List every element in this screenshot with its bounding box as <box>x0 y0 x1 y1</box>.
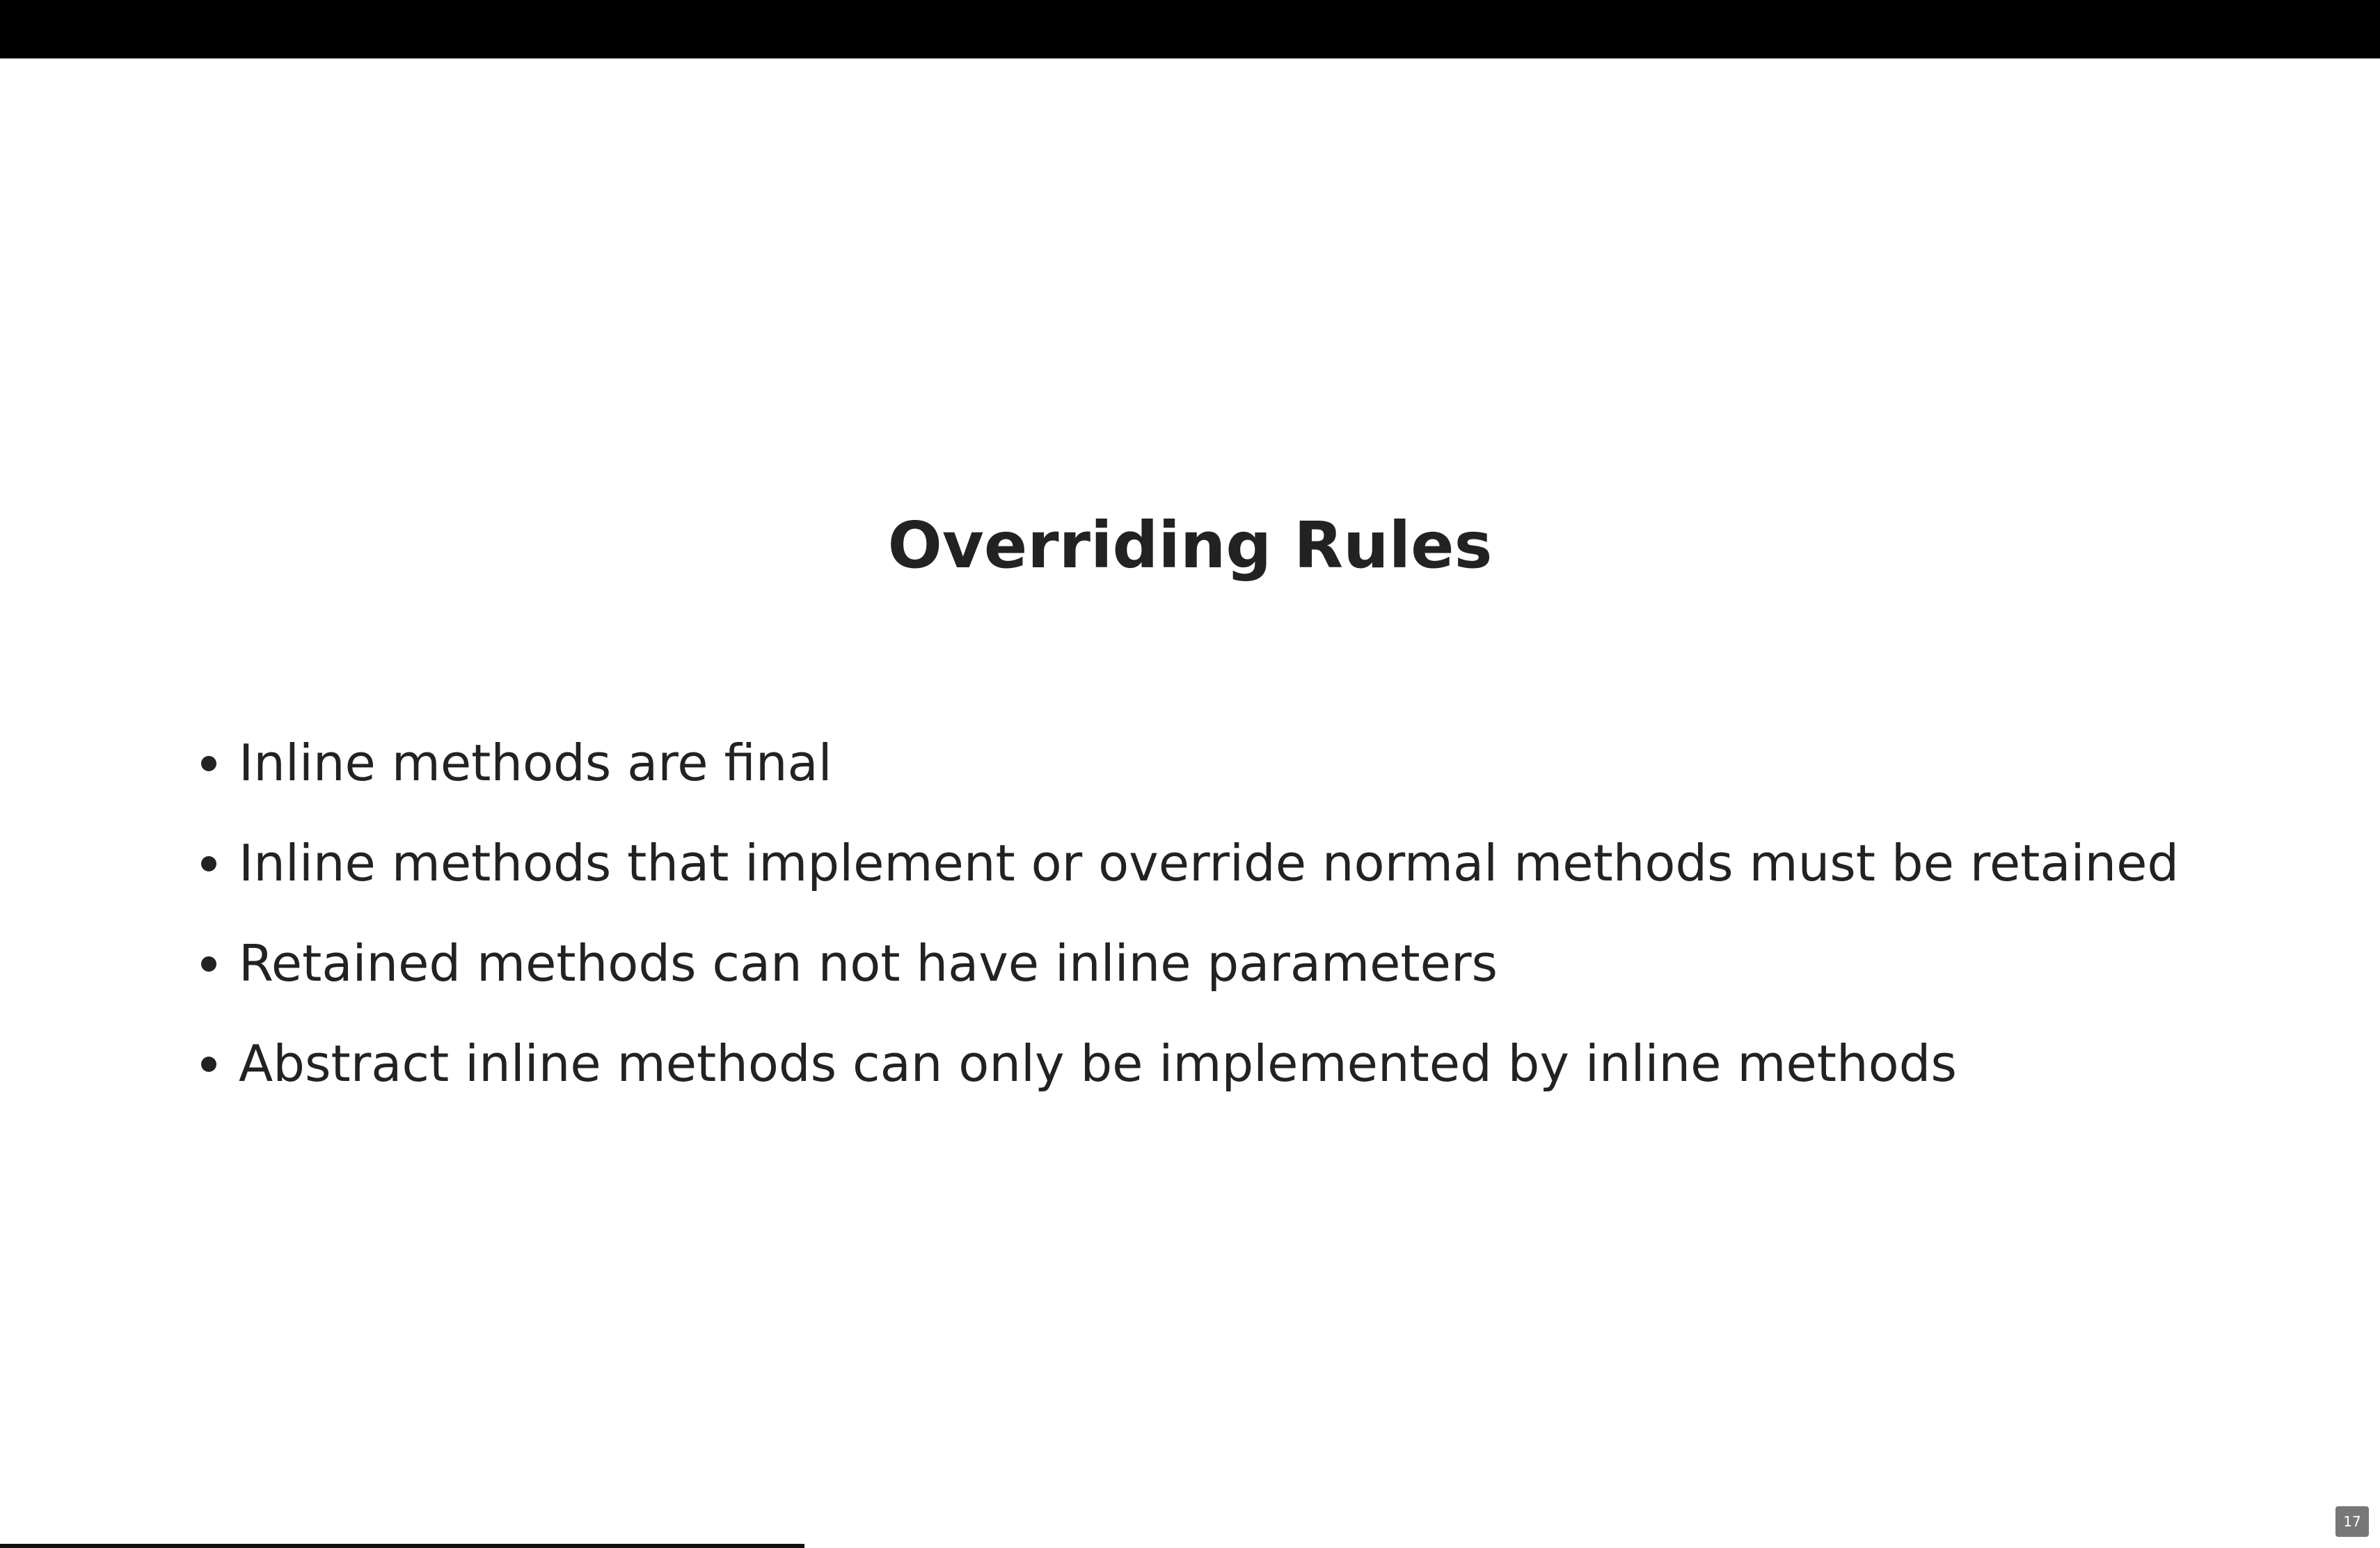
bullet-text: Retained methods can not have inline par… <box>239 934 1498 993</box>
bullet-text: Abstract inline methods can only be impl… <box>239 1034 1957 1093</box>
top-bar <box>0 0 2380 58</box>
bullet-list: Inline methods are final Inline methods … <box>198 713 2179 1114</box>
bullet-text: Inline methods that implement or overrid… <box>239 834 2180 892</box>
bullet-icon <box>201 856 216 871</box>
slide: Overriding Rules Inline methods are fina… <box>0 58 2380 1548</box>
list-item: Abstract inline methods can only be impl… <box>198 1013 2179 1114</box>
bullet-text: Inline methods are final <box>239 734 832 792</box>
bullet-icon <box>201 956 216 972</box>
list-item: Retained methods can not have inline par… <box>198 913 2179 1013</box>
page-number-badge: 17 <box>2335 1506 2369 1537</box>
bullet-icon <box>201 1057 216 1072</box>
list-item: Inline methods that implement or overrid… <box>198 813 2179 913</box>
bullet-icon <box>201 756 216 771</box>
slide-progress-bar[interactable] <box>0 1544 2380 1548</box>
slide-title: Overriding Rules <box>887 508 1493 583</box>
slide-progress-fill <box>0 1544 804 1548</box>
list-item: Inline methods are final <box>198 713 2179 813</box>
